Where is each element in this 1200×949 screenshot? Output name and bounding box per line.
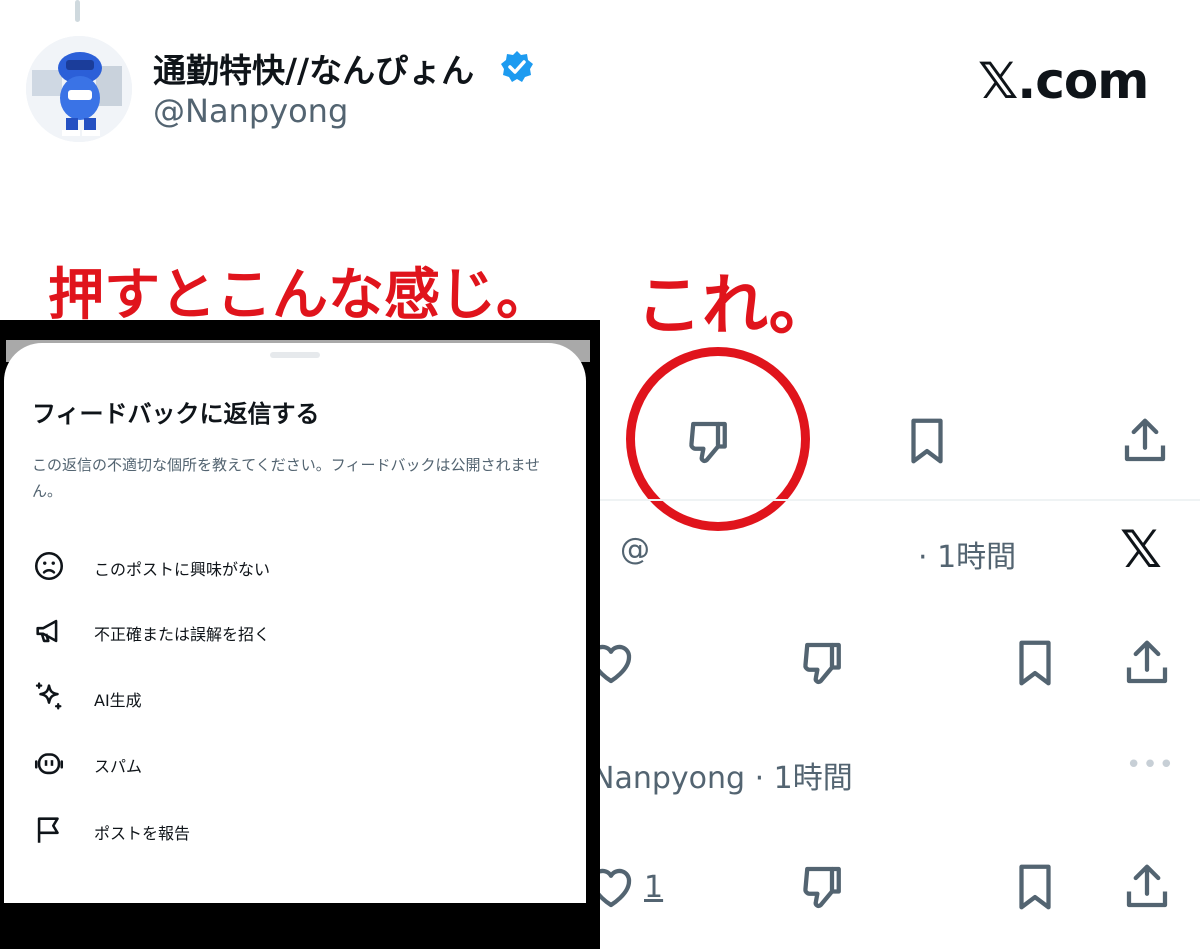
annotation-right-caption: これ。 bbox=[636, 267, 835, 344]
display-name[interactable]: 通勤特快//なんぴょん bbox=[153, 44, 474, 92]
option-spam[interactable]: スパム bbox=[94, 753, 142, 777]
more-options-icon[interactable]: ••• bbox=[1126, 750, 1175, 780]
divider bbox=[596, 499, 1200, 501]
bookmark-icon[interactable] bbox=[1008, 636, 1062, 690]
bookmark-icon[interactable] bbox=[1008, 860, 1062, 914]
sparkle-icon bbox=[32, 680, 66, 714]
thread-line bbox=[75, 0, 80, 22]
option-ai-generated[interactable]: AI生成 bbox=[94, 687, 142, 711]
bot-icon bbox=[32, 746, 66, 780]
sheet-description: この返信の不適切な個所を教えてください。フィードバックは公開されません。 bbox=[32, 456, 541, 500]
option-not-interested[interactable]: このポストに興味がない bbox=[94, 556, 270, 580]
share-icon[interactable] bbox=[1120, 860, 1174, 914]
verified-badge-icon bbox=[500, 50, 534, 84]
robot-avatar-icon bbox=[26, 36, 132, 142]
option-misleading[interactable]: 不正確または誤解を招く bbox=[94, 621, 270, 645]
site-logo: 𝕏.com bbox=[978, 52, 1149, 110]
x-logo: 𝕏 bbox=[1120, 520, 1162, 580]
bookmark-icon[interactable] bbox=[900, 414, 954, 468]
flag-icon bbox=[32, 813, 66, 847]
share-icon[interactable] bbox=[1120, 636, 1174, 690]
dislike-icon[interactable] bbox=[796, 636, 850, 690]
megaphone-icon bbox=[32, 614, 66, 648]
sheet-grabber[interactable] bbox=[270, 352, 320, 358]
avatar[interactable] bbox=[26, 36, 132, 142]
sheet-title: フィードバックに返信する bbox=[32, 400, 320, 428]
option-report-post[interactable]: ポストを報告 bbox=[94, 820, 190, 844]
dislike-icon[interactable] bbox=[796, 860, 850, 914]
reply-timestamp[interactable]: · 1時間 bbox=[918, 532, 1016, 576]
annotation-left-caption: 押すとこんな感じ。 bbox=[48, 263, 552, 328]
share-icon[interactable] bbox=[1118, 414, 1172, 468]
highlight-circle bbox=[626, 347, 810, 531]
like-count[interactable]: 1 bbox=[644, 870, 663, 905]
sad-face-icon bbox=[32, 549, 66, 583]
handle[interactable]: @Nanpyong bbox=[153, 92, 348, 130]
reply-handle-timestamp[interactable]: Nanpyong · 1時間 bbox=[592, 753, 853, 797]
reply-handle[interactable]: @ bbox=[620, 532, 650, 567]
